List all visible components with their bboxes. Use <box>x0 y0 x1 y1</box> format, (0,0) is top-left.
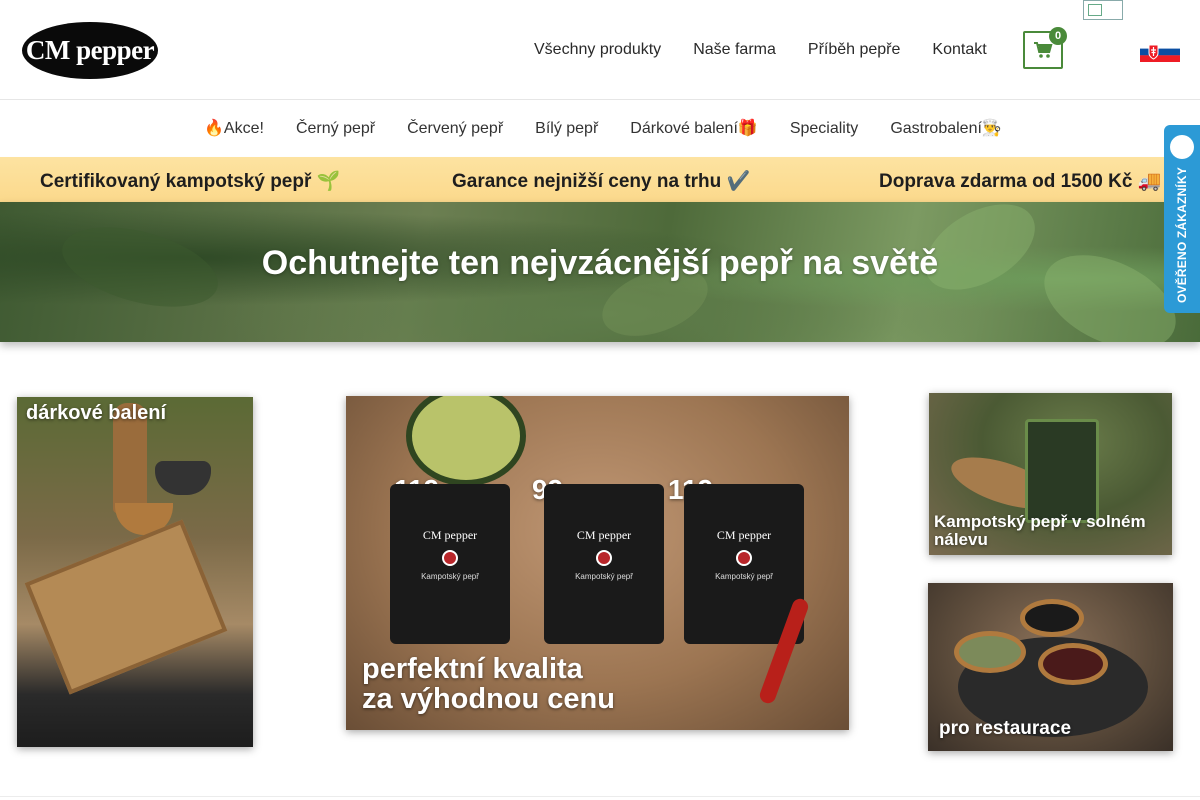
nav-our-farm[interactable]: Naše farma <box>693 40 776 60</box>
tile-pepper-in-brine[interactable]: Kampotský pepř v solném nálevu <box>929 393 1172 555</box>
verified-by-customers-tab[interactable]: OVĚŘENO ZÁKAZNÍKY <box>1164 125 1200 313</box>
category-navigation: 🔥Akce! Černý pepř Červený pepř Bílý pepř… <box>0 101 1200 157</box>
tile-gift-label: dárkové balení <box>26 402 167 424</box>
benefits-bar: Certifikovaný kampotský pepř 🌱 Garance n… <box>0 157 1200 202</box>
broken-image-icon <box>1083 0 1123 20</box>
category-gastro-packs[interactable]: Gastrobalení👨‍🍳 <box>890 119 1002 139</box>
tile-for-restaurants[interactable]: pro restaurace <box>928 583 1173 751</box>
cart-button[interactable]: 0 <box>1023 27 1067 69</box>
benefit-lowest-price: Garance nejnižší ceny na trhu ✔️ <box>452 171 751 192</box>
site-header: CM pepper Všechny produkty Naše farma Př… <box>0 0 1200 100</box>
tile-restaurant-label: pro restaurace <box>939 718 1072 739</box>
category-sale[interactable]: 🔥Akce! <box>204 119 264 139</box>
verified-tab-label: OVĚŘENO ZÁKAZNÍKY <box>1175 166 1189 304</box>
verified-badge-icon <box>1170 135 1194 159</box>
tile-gift-packs[interactable]: dárkové balení <box>17 397 253 747</box>
category-white-pepper[interactable]: Bílý pepř <box>535 119 598 139</box>
tile-price-label: perfektní kvalita za výhodnou cenu <box>362 653 615 716</box>
cart-count-badge: 0 <box>1049 27 1067 45</box>
section-divider <box>0 796 1200 800</box>
tile-price-offer[interactable]: 119,- 99,- 119,- CM pepperKampotský pepř… <box>346 396 849 730</box>
main-navigation: Všechny produkty Naše farma Příběh pepře… <box>534 40 1019 60</box>
nav-all-products[interactable]: Všechny produkty <box>534 40 661 60</box>
tile-brine-label: Kampotský pepř v solném nálevu <box>934 512 1146 549</box>
category-specialities[interactable]: Speciality <box>790 119 858 139</box>
pepper-bag: CM pepper Kampotský pepř <box>544 484 664 644</box>
category-gift-packs[interactable]: Dárkové balení🎁 <box>630 119 758 139</box>
cm-pepper-logo[interactable]: CM pepper <box>22 22 158 79</box>
pepper-bag: CM pepper Kampotský pepř <box>390 484 510 644</box>
slovak-flag-icon[interactable] <box>1140 42 1180 62</box>
benefit-certified: Certifikovaný kampotský pepř 🌱 <box>40 171 341 192</box>
hero-banner: Ochutnejte ten nejvzácnější pepř na svět… <box>0 202 1200 342</box>
hero-title: Ochutnejte ten nejvzácnější pepř na svět… <box>261 244 939 282</box>
benefit-free-shipping: Doprava zdarma od 1500 Kč 🚚 <box>879 171 1162 192</box>
category-black-pepper[interactable]: Černý pepř <box>296 119 375 139</box>
cart-icon <box>1034 42 1053 58</box>
nav-contact[interactable]: Kontakt <box>932 40 986 60</box>
nav-pepper-story[interactable]: Příběh pepře <box>808 40 901 60</box>
category-red-pepper[interactable]: Červený pepř <box>407 119 503 139</box>
